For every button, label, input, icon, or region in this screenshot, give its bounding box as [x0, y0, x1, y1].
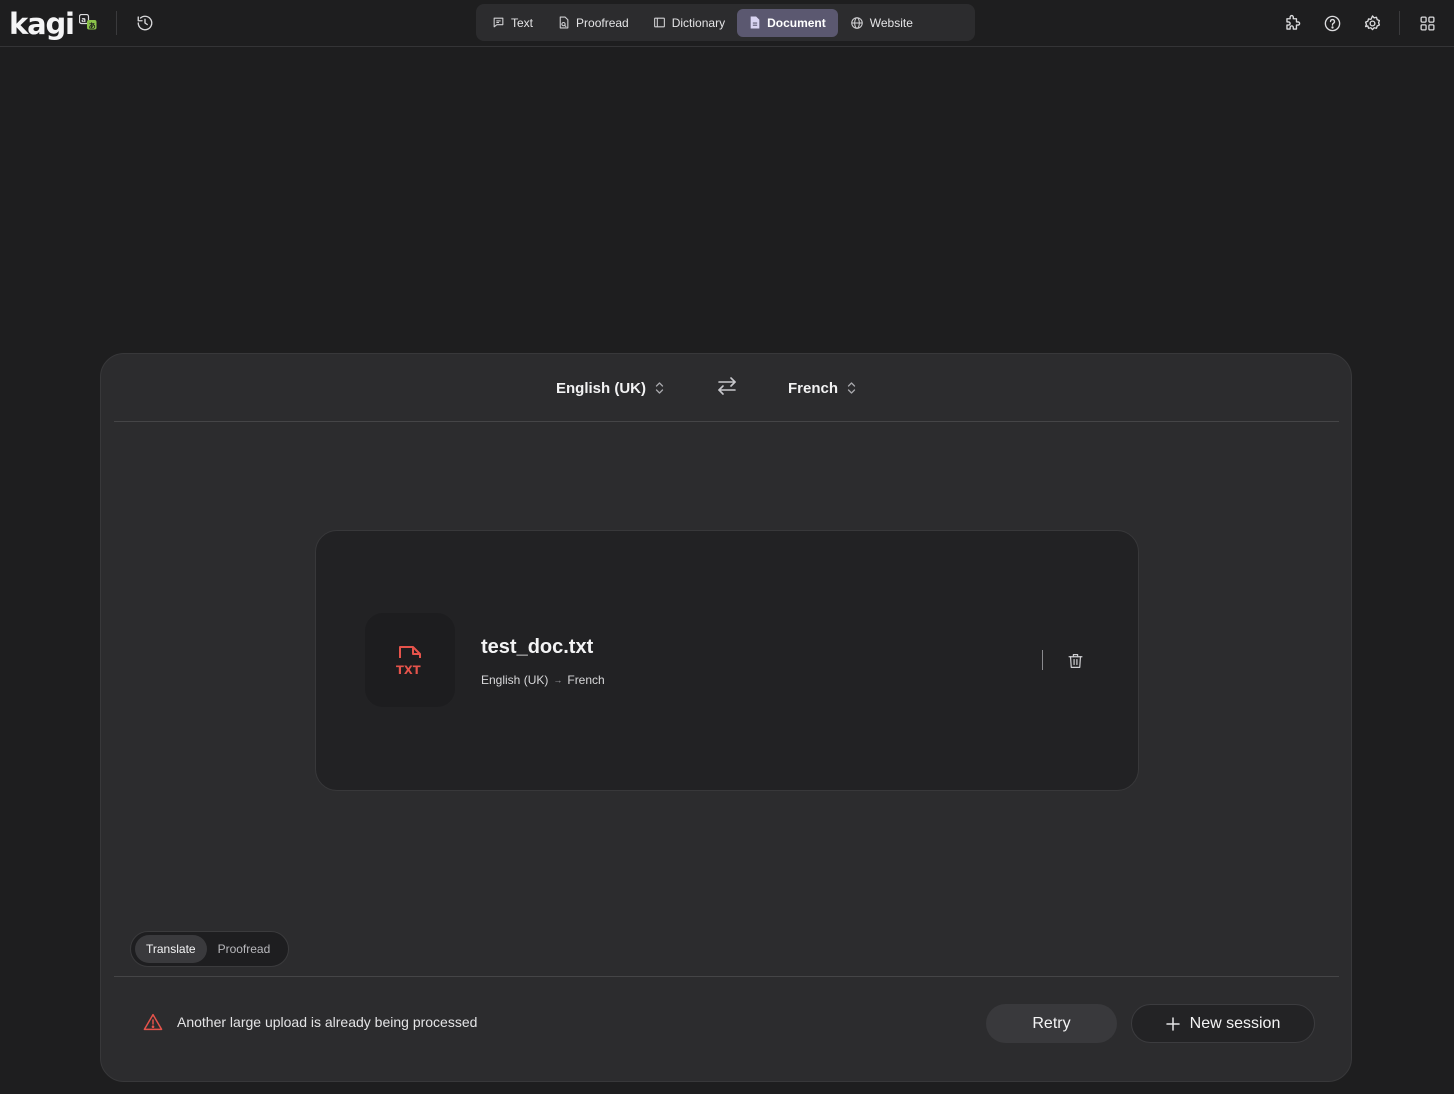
file-source-language: English (UK) [481, 673, 549, 687]
retry-button[interactable]: Retry [986, 1004, 1117, 1043]
card-action-divider [1042, 650, 1043, 670]
chevron-up-down-icon [847, 382, 856, 394]
file-target-language: French [567, 673, 605, 687]
delete-file-button[interactable] [1064, 650, 1086, 672]
help-button[interactable] [1319, 10, 1345, 36]
file-type-badge: TXT [365, 613, 455, 707]
puzzle-icon [1285, 14, 1300, 30]
header-actions [1265, 10, 1440, 36]
tab-document[interactable]: Document [737, 8, 838, 37]
file-name: test_doc.txt [481, 636, 594, 658]
header-divider [116, 11, 117, 35]
logo-text: kagi [9, 7, 75, 41]
warning-icon [143, 1013, 163, 1031]
tab-text-label: Text [511, 15, 534, 30]
plus-icon [1165, 1016, 1180, 1031]
globe-icon [850, 16, 863, 29]
document-translate-panel: English (UK) French TXT test_doc.txt Eng… [100, 353, 1352, 1082]
target-language-select[interactable]: French [788, 376, 856, 400]
translate-badge-icon: a あ [78, 13, 97, 30]
proofread-doc-icon [559, 16, 569, 29]
tab-dictionary-label: Dictionary [671, 15, 726, 30]
error-status: Another large upload is already being pr… [143, 1011, 477, 1033]
tab-proofread-label: Proofread [576, 15, 629, 30]
file-type-label: TXT [396, 663, 421, 676]
toggle-translate[interactable]: Translate [135, 935, 207, 963]
book-icon [653, 17, 665, 28]
help-icon [1324, 15, 1340, 31]
trash-icon [1068, 654, 1082, 668]
swap-languages-button[interactable] [715, 373, 739, 399]
history-icon [137, 15, 153, 31]
mode-tabs: Text Proofread Dictionary Document Websi… [476, 4, 975, 41]
tab-proofread[interactable]: Proofread [545, 9, 641, 37]
swap-arrows-icon [718, 377, 736, 395]
tab-document-label: Document [767, 15, 826, 30]
document-icon [750, 16, 760, 29]
svg-text:あ: あ [88, 21, 95, 30]
apps-grid-icon [1419, 15, 1435, 31]
new-session-button[interactable]: New session [1131, 1004, 1315, 1043]
tab-website[interactable]: Website [838, 9, 925, 37]
error-message: Another large upload is already being pr… [177, 1014, 478, 1030]
source-language-label: English (UK) [556, 379, 646, 397]
toggle-proofread[interactable]: Proofread [207, 935, 282, 963]
header-right-divider [1399, 11, 1400, 35]
svg-text:a: a [81, 16, 86, 24]
tab-text[interactable]: Text [480, 9, 545, 37]
kagi-logo[interactable]: kagi a あ [9, 4, 97, 40]
footer-divider [114, 976, 1339, 977]
uploaded-file-card: TXT test_doc.txt English (UK) → French [315, 530, 1139, 791]
chat-bubble-icon [493, 17, 504, 28]
gear-icon [1364, 14, 1380, 30]
file-language-pair: English (UK) → French [481, 673, 605, 687]
apps-button[interactable] [1414, 10, 1440, 36]
extensions-button[interactable] [1279, 10, 1305, 36]
new-session-label: New session [1189, 1014, 1281, 1032]
tab-dictionary[interactable]: Dictionary [641, 9, 737, 37]
language-arrow: → [553, 675, 563, 685]
settings-button[interactable] [1359, 10, 1385, 36]
chevron-up-down-icon [655, 382, 664, 394]
top-bar: kagi a あ Text Proofread Dictionary Docum… [0, 0, 1454, 47]
tab-website-label: Website [869, 15, 913, 30]
source-language-select[interactable]: English (UK) [556, 376, 664, 400]
target-language-label: French [788, 379, 839, 397]
translate-proofread-toggle: Translate Proofread [130, 931, 289, 967]
txt-file-icon: TXT [396, 646, 421, 676]
language-bar: English (UK) French [114, 354, 1339, 422]
history-button[interactable] [133, 11, 157, 35]
